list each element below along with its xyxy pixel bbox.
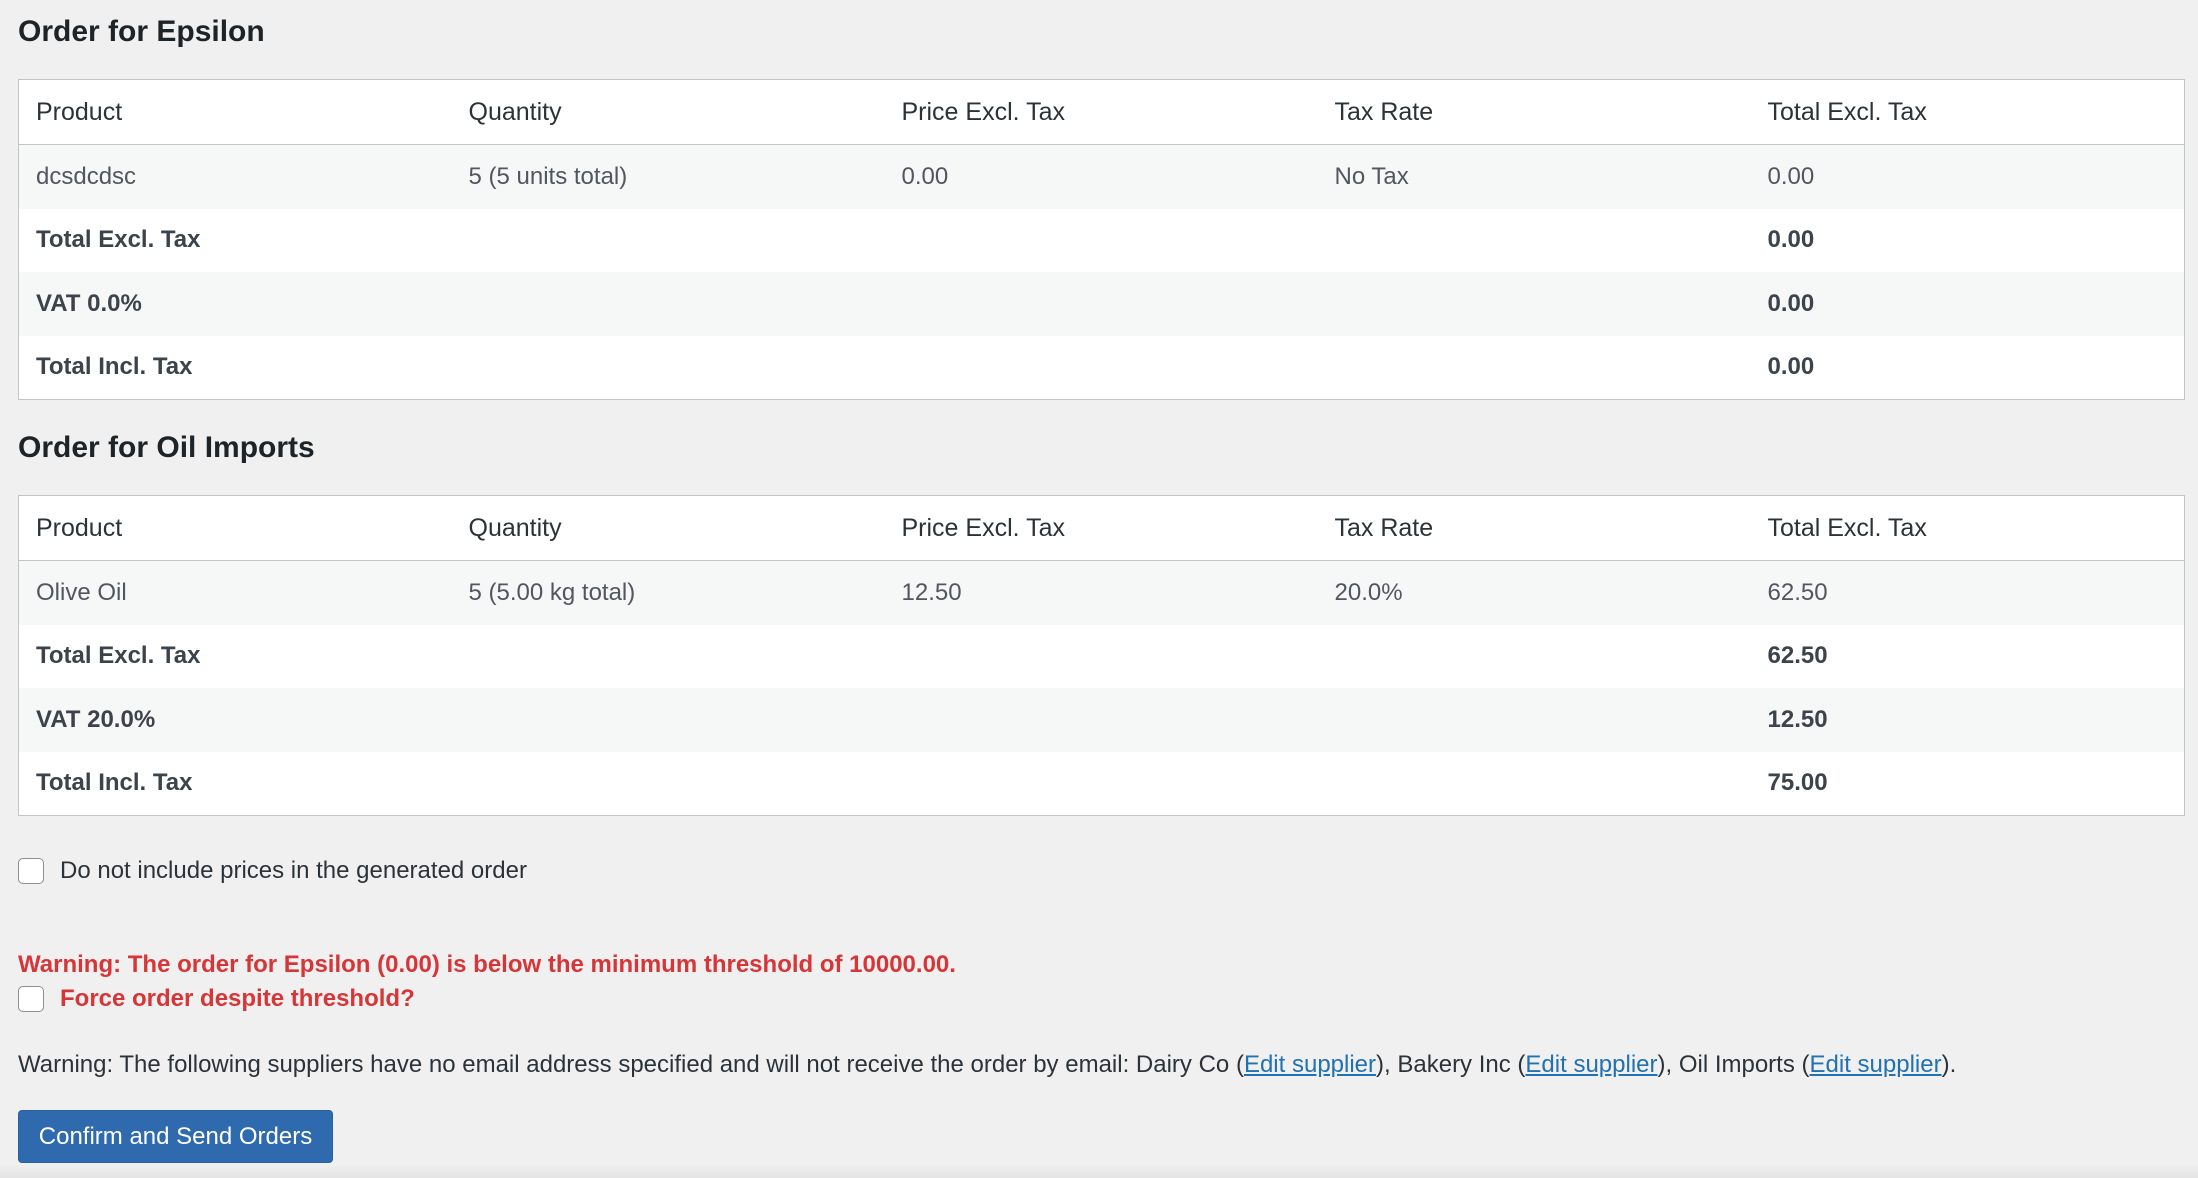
column-header-total: Total Excl. Tax bbox=[1750, 495, 2185, 561]
cell-total: 62.50 bbox=[1750, 560, 2185, 625]
threshold-warning: Warning: The order for Epsilon (0.00) is… bbox=[18, 951, 956, 978]
supplier-name-dairy: Dairy Co bbox=[1135, 1051, 1230, 1078]
summary-label: Total Incl. Tax bbox=[36, 769, 193, 797]
summary-value: 12.50 bbox=[1750, 688, 2185, 752]
order-title-epsilon: Order for Epsilon bbox=[18, 15, 265, 48]
order-title-oil-imports: Order for Oil Imports bbox=[18, 431, 315, 464]
force-order-option[interactable]: Force order despite threshold? bbox=[18, 985, 415, 1013]
confirm-send-orders-button[interactable]: Confirm and Send Orders bbox=[18, 1110, 333, 1163]
no-prices-option[interactable]: Do not include prices in the generated o… bbox=[18, 857, 527, 885]
summary-value: 0.00 bbox=[1750, 272, 2185, 336]
summary-label: VAT 20.0% bbox=[18, 688, 452, 752]
cell-quantity: 5 (5 units total) bbox=[451, 144, 885, 209]
email-warning: Warning: The following suppliers have no… bbox=[18, 1051, 1957, 1078]
summary-row-total-excl: Total Excl. Tax 62.50 bbox=[19, 625, 2185, 689]
summary-value: 75.00 bbox=[1767, 769, 1828, 797]
bottom-shade bbox=[0, 1164, 2198, 1178]
summary-row-total-incl: Total Incl. Tax 0.00 bbox=[19, 336, 2185, 400]
order-table-epsilon: Product Quantity Price Excl. Tax Tax Rat… bbox=[18, 79, 2185, 400]
summary-row-vat: VAT 0.0% 0.00 bbox=[18, 272, 2185, 336]
email-warning-prefix: Warning: The following suppliers have no… bbox=[18, 1051, 1136, 1078]
column-header-tax-rate: Tax Rate bbox=[1317, 79, 1751, 145]
cell-tax-rate: No Tax bbox=[1317, 144, 1751, 209]
cell-price: 0.00 bbox=[884, 144, 1318, 209]
summary-value: 0.00 bbox=[1767, 226, 1815, 254]
column-header-tax-rate: Tax Rate bbox=[1317, 495, 1751, 561]
summary-row-vat: VAT 20.0% 12.50 bbox=[18, 688, 2185, 752]
cell-tax-rate: 20.0% bbox=[1317, 560, 1751, 625]
table-row: dcsdcdsc 5 (5 units total) 0.00 No Tax 0… bbox=[18, 144, 2185, 209]
summary-label: Total Incl. Tax bbox=[36, 353, 193, 381]
supplier-name-bakery: Bakery Inc bbox=[1397, 1051, 1511, 1078]
no-prices-label: Do not include prices in the generated o… bbox=[60, 857, 527, 884]
column-header-quantity: Quantity bbox=[451, 495, 885, 561]
edit-supplier-link-oil[interactable]: Edit supplier bbox=[1810, 1051, 1942, 1078]
column-header-product: Product bbox=[18, 495, 452, 561]
cell-product: Olive Oil bbox=[18, 560, 452, 625]
force-order-checkbox[interactable] bbox=[18, 986, 44, 1012]
summary-label: Total Excl. Tax bbox=[36, 226, 201, 254]
column-header-quantity: Quantity bbox=[451, 79, 885, 145]
edit-supplier-link-bakery[interactable]: Edit supplier bbox=[1525, 1051, 1657, 1078]
summary-row-total-incl: Total Incl. Tax 75.00 bbox=[19, 752, 2185, 816]
column-header-product: Product bbox=[18, 79, 452, 145]
order-table-oil-imports: Product Quantity Price Excl. Tax Tax Rat… bbox=[18, 495, 2185, 816]
table-row: Olive Oil 5 (5.00 kg total) 12.50 20.0% … bbox=[18, 560, 2185, 625]
table-header-row: Product Quantity Price Excl. Tax Tax Rat… bbox=[18, 495, 2185, 561]
supplier-name-oil: Oil Imports bbox=[1678, 1051, 1795, 1078]
cell-total: 0.00 bbox=[1750, 144, 2185, 209]
summary-row-total-excl: Total Excl. Tax 0.00 bbox=[19, 209, 2185, 273]
summary-label: VAT 0.0% bbox=[18, 272, 452, 336]
column-header-price: Price Excl. Tax bbox=[884, 79, 1318, 145]
column-header-price: Price Excl. Tax bbox=[884, 495, 1318, 561]
summary-value: 0.00 bbox=[1767, 353, 1815, 381]
table-header-row: Product Quantity Price Excl. Tax Tax Rat… bbox=[18, 79, 2185, 145]
cell-product: dcsdcdsc bbox=[18, 144, 452, 209]
force-order-label: Force order despite threshold? bbox=[60, 985, 415, 1012]
column-header-total: Total Excl. Tax bbox=[1750, 79, 2185, 145]
no-prices-checkbox[interactable] bbox=[18, 858, 44, 884]
summary-value: 62.50 bbox=[1767, 642, 1828, 670]
summary-label: Total Excl. Tax bbox=[36, 642, 201, 670]
cell-price: 12.50 bbox=[884, 560, 1318, 625]
edit-supplier-link-dairy[interactable]: Edit supplier bbox=[1244, 1051, 1376, 1078]
cell-quantity: 5 (5.00 kg total) bbox=[451, 560, 885, 625]
